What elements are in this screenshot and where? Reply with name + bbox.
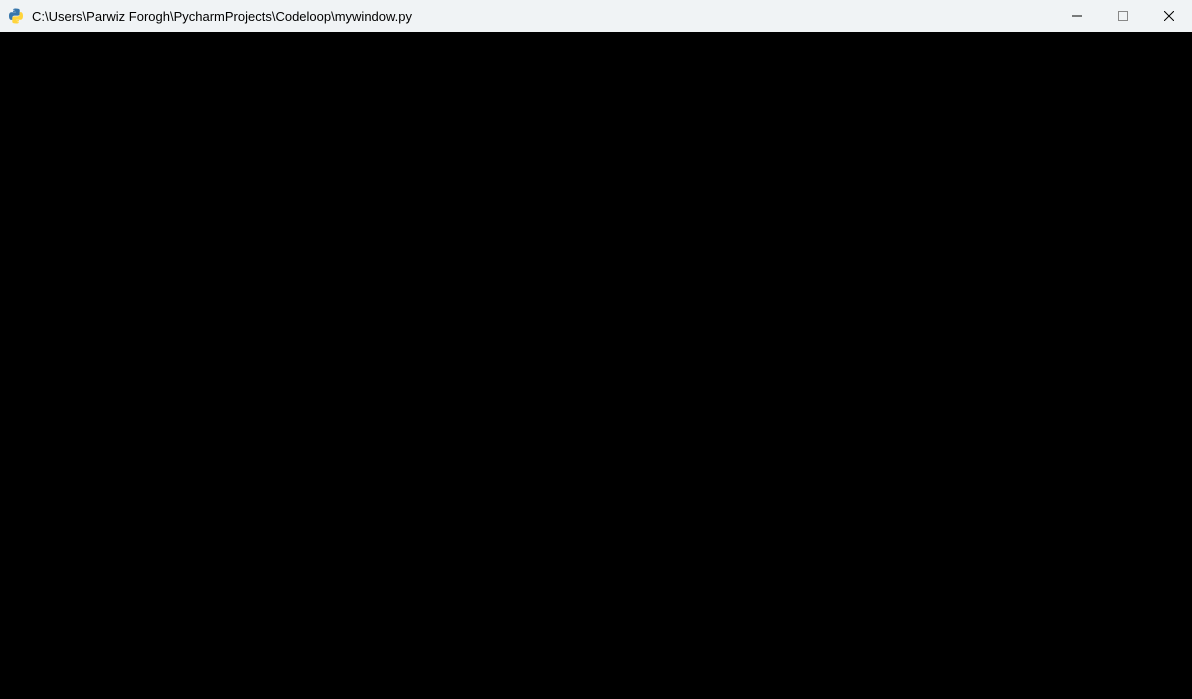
maximize-button[interactable] xyxy=(1100,0,1146,32)
maximize-icon xyxy=(1118,9,1128,24)
python-icon xyxy=(8,8,24,24)
client-area xyxy=(0,32,1192,699)
minimize-icon xyxy=(1072,9,1082,24)
application-window: C:\Users\Parwiz Forogh\PycharmProjects\C… xyxy=(0,0,1192,699)
close-button[interactable] xyxy=(1146,0,1192,32)
window-controls xyxy=(1054,0,1192,32)
window-title: C:\Users\Parwiz Forogh\PycharmProjects\C… xyxy=(32,9,412,24)
titlebar[interactable]: C:\Users\Parwiz Forogh\PycharmProjects\C… xyxy=(0,0,1192,32)
titlebar-left: C:\Users\Parwiz Forogh\PycharmProjects\C… xyxy=(8,8,412,24)
minimize-button[interactable] xyxy=(1054,0,1100,32)
close-icon xyxy=(1164,9,1174,24)
